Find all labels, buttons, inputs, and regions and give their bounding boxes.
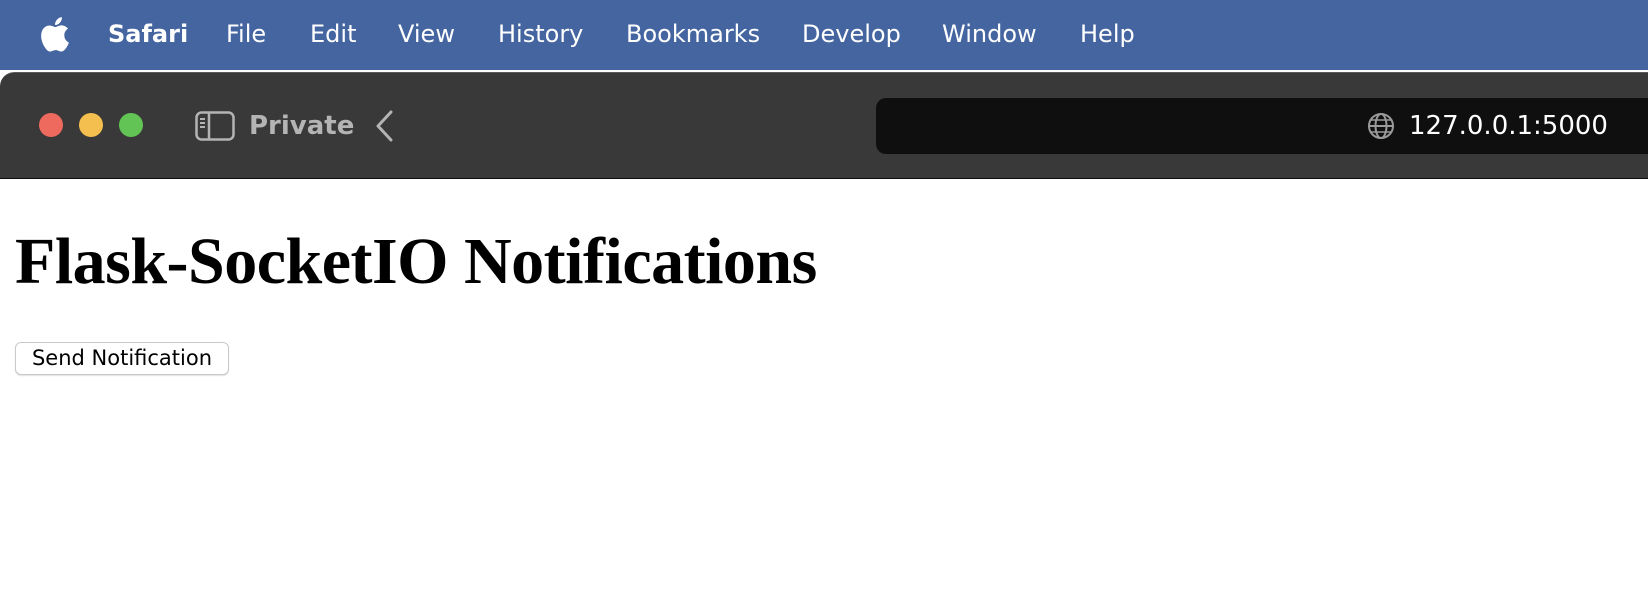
url-text[interactable]: 127.0.0.1:5000 <box>1409 109 1608 143</box>
page-title: Flask-SocketIO Notifications <box>15 225 817 298</box>
menu-window[interactable]: Window <box>942 17 1037 51</box>
menu-history[interactable]: History <box>498 17 583 51</box>
page-content: Flask-SocketIO Notifications Send Notifi… <box>0 180 1648 604</box>
browser-toolbar: Private 127.0.0.1:5000 <box>0 72 1648 179</box>
menu-bar: Safari File Edit View History Bookmarks … <box>0 0 1648 70</box>
menu-help[interactable]: Help <box>1080 17 1135 51</box>
sidebar-icon[interactable] <box>195 111 235 141</box>
menu-develop[interactable]: Develop <box>802 17 901 51</box>
chevron-left-icon[interactable] <box>374 109 396 143</box>
menu-app-safari[interactable]: Safari <box>108 17 188 51</box>
maximize-window-button[interactable] <box>119 113 143 137</box>
send-notification-button[interactable]: Send Notification <box>15 342 229 375</box>
menu-file[interactable]: File <box>226 17 266 51</box>
menu-view[interactable]: View <box>398 17 455 51</box>
address-bar[interactable]: 127.0.0.1:5000 <box>876 98 1648 154</box>
menu-bookmarks[interactable]: Bookmarks <box>626 17 760 51</box>
minimize-window-button[interactable] <box>79 113 103 137</box>
close-window-button[interactable] <box>39 113 63 137</box>
browser-window: Private 127.0.0.1:5000 Flask-SocketIO No… <box>0 72 1648 604</box>
private-browsing-label: Private <box>249 111 355 141</box>
menu-edit[interactable]: Edit <box>310 17 356 51</box>
apple-logo-icon[interactable] <box>38 16 70 52</box>
globe-icon <box>1368 113 1394 139</box>
